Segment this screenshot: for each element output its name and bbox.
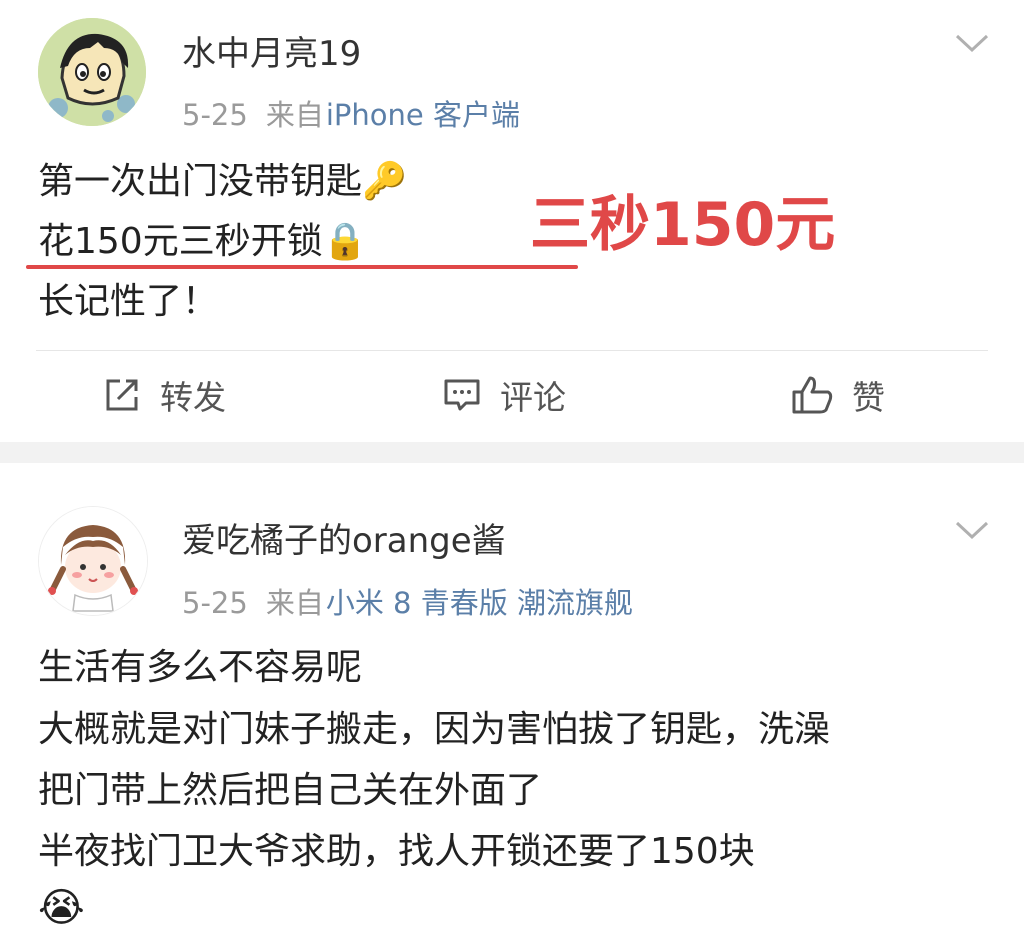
- post-text-line: 花150元三秒开锁🔒: [38, 221, 368, 262]
- post-date: 5-25: [182, 98, 248, 132]
- post-text-line: 第一次出门没带钥匙🔑: [38, 161, 407, 202]
- weibo-post-2: 爱吃橘子的orange酱 5-25 来自小米 8 青春版 潮流旗舰 生活有多么不容…: [0, 463, 1024, 944]
- source-device-link[interactable]: 小米 8 青春版 潮流旗舰: [326, 586, 633, 620]
- post-text-line: 把门带上然后把自己关在外面了: [38, 770, 543, 811]
- like-label: 赞: [852, 378, 885, 417]
- post-meta: 5-25 来自iPhone 客户端: [182, 92, 520, 134]
- username[interactable]: 爱吃橘子的orange酱: [182, 513, 506, 562]
- chevron-down-icon[interactable]: [954, 32, 990, 54]
- comment-icon: [444, 379, 480, 411]
- user-avatar[interactable]: [38, 506, 148, 616]
- post-text-line: 长记性了！: [38, 281, 219, 322]
- weibo-post-1: 水中月亮19 5-25 来自iPhone 客户端 第一次出门没带钥匙🔑 花150元…: [0, 0, 1024, 442]
- like-button[interactable]: 赞: [790, 372, 885, 418]
- username[interactable]: 水中月亮19: [182, 26, 361, 75]
- post-text-line: 半夜找门卫大爷求助，找人开锁还要了150块: [38, 831, 755, 872]
- source-prefix: 来自: [265, 98, 324, 132]
- repost-button[interactable]: 转发: [102, 372, 226, 418]
- comment-label: 评论: [500, 378, 566, 417]
- source-device-link[interactable]: iPhone 客户端: [326, 98, 520, 132]
- cartoon-avatar-icon: [38, 18, 146, 126]
- crying-emoji: 😭: [38, 885, 85, 931]
- comment-button[interactable]: 评论: [442, 372, 566, 418]
- user-avatar[interactable]: [38, 18, 146, 126]
- thumbs-up-icon: [792, 376, 833, 414]
- post-text-line: 生活有多么不容易呢: [38, 647, 363, 688]
- post-meta: 5-25 来自小米 8 青春版 潮流旗舰: [182, 580, 633, 622]
- red-annotation-text: 三秒150元: [530, 190, 836, 260]
- repost-icon: [106, 379, 138, 411]
- source-prefix: 来自: [265, 586, 324, 620]
- chevron-down-icon[interactable]: [954, 519, 990, 541]
- red-underline-annotation: [26, 265, 578, 269]
- post-date: 5-25: [182, 586, 248, 620]
- post-separator: [0, 442, 1024, 463]
- repost-label: 转发: [160, 378, 226, 417]
- post-text-line: 大概就是对门妹子搬走，因为害怕拔了钥匙，洗澡: [38, 709, 831, 750]
- divider: [36, 350, 988, 351]
- girl-avatar-icon: [39, 507, 147, 615]
